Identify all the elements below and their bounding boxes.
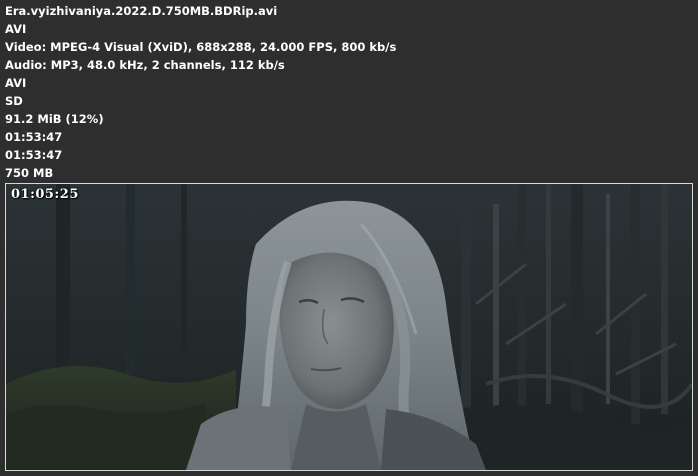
audio-info-text: Audio: MP3, 48.0 kHz, 2 channels, 112 kb… bbox=[5, 58, 285, 72]
timecode-overlay: 01:05:25 bbox=[11, 187, 79, 202]
quality-text: SD bbox=[5, 94, 23, 108]
duration-repeat-text: 01:53:47 bbox=[5, 148, 63, 162]
video-info-text: Video: MPEG-4 Visual (XviD), 688x288, 24… bbox=[5, 40, 397, 54]
film-still-image bbox=[6, 184, 692, 470]
duration-text: 01:53:47 bbox=[5, 130, 63, 144]
size-text: 91.2 MiB (12%) bbox=[5, 112, 104, 126]
format-text: AVI bbox=[5, 76, 27, 90]
container-text: AVI bbox=[5, 22, 27, 36]
filename-text: Era.vyizhivaniya.2022.D.750MB.BDRip.avi bbox=[5, 4, 278, 18]
video-frame-thumbnail: 01:05:25 bbox=[5, 183, 693, 471]
media-info-panel: Era.vyizhivaniya.2022.D.750MB.BDRip.avi … bbox=[0, 0, 698, 182]
target-size-text: 750 MB bbox=[5, 166, 54, 180]
